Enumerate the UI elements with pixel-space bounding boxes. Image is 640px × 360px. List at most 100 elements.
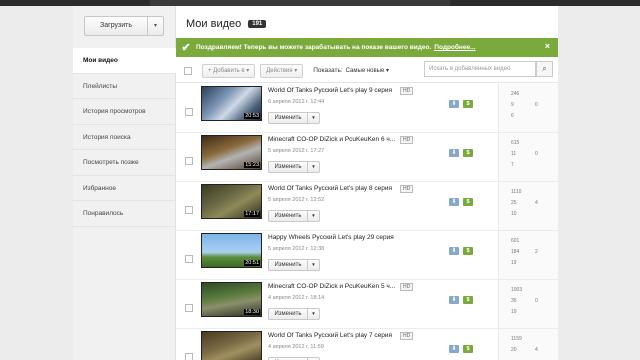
search-icon[interactable]: ⌕ xyxy=(536,61,553,77)
edit-label[interactable]: Изменить xyxy=(269,309,308,319)
video-date: 4 апреля 2012 г. 11:59 xyxy=(268,344,324,350)
upload-button[interactable]: Загрузить ▾ xyxy=(84,16,164,36)
monetize-icon[interactable]: $ xyxy=(463,345,473,353)
chevron-down-icon[interactable]: ▾ xyxy=(148,17,163,35)
edit-button[interactable]: Изменить▼ xyxy=(268,210,320,222)
video-duration: 17:17 xyxy=(244,211,260,217)
monetize-icon[interactable]: $ xyxy=(463,296,473,304)
video-stats: 1110 25 4 10 xyxy=(498,182,558,230)
video-checkbox[interactable] xyxy=(185,206,193,214)
video-date: 5 апреля 2012 г. 12:52 xyxy=(268,197,325,203)
sidebar-item-watch-later[interactable]: Посмотреть позже xyxy=(73,150,176,176)
sidebar-item-favorites[interactable]: Избранное xyxy=(73,176,176,201)
chevron-down-icon[interactable]: ▼ xyxy=(308,113,319,123)
hd-badge: HD xyxy=(400,283,414,291)
sidebar-item-playlists[interactable]: Плейлисты xyxy=(73,74,176,99)
video-thumbnail[interactable]: 15:23 xyxy=(201,135,262,170)
video-stats: 601 184 2 19 xyxy=(498,231,558,279)
video-toolbar: + Добавить в ▾ Действия ▾ Показать: Самы… xyxy=(176,59,558,83)
chevron-down-icon[interactable]: ▼ xyxy=(308,211,319,221)
edit-label[interactable]: Изменить xyxy=(269,260,308,270)
likes-count: 20 xyxy=(511,347,517,353)
edit-button[interactable]: Изменить▼ xyxy=(268,112,320,124)
edit-button[interactable]: Изменить▼ xyxy=(268,259,320,271)
video-title[interactable]: World Of Tanks Русский Let's play 7 сери… xyxy=(268,332,392,339)
hd-badge: HD xyxy=(400,87,414,95)
dislikes-count: 4 xyxy=(535,200,538,206)
monetize-icon[interactable]: $ xyxy=(463,198,473,206)
download-icon[interactable]: ⬇ xyxy=(449,296,459,304)
sidebar-item-liked[interactable]: Понравилось xyxy=(73,201,176,227)
video-list: 20:53 World Of Tanks Русский Let's play 9… xyxy=(176,84,558,360)
video-row[interactable]: 15:23 Minecraft CO-OP DiZick и PcuKeuKen … xyxy=(176,133,558,182)
show-label: Показать: xyxy=(313,67,343,74)
chevron-down-icon[interactable]: ▼ xyxy=(308,260,319,270)
sidebar-nav: Мои видео Плейлисты История просмотров И… xyxy=(73,48,177,227)
video-row[interactable]: 20:53 World Of Tanks Русский Let's play 9… xyxy=(176,84,558,133)
video-thumbnail[interactable]: 18:30 xyxy=(201,282,262,317)
video-checkbox[interactable] xyxy=(185,353,193,360)
video-thumbnail[interactable]: 20:51 xyxy=(201,233,262,268)
video-title[interactable]: World Of Tanks Русский Let's play 8 сери… xyxy=(268,185,392,192)
likes-count: 35 xyxy=(511,298,517,304)
video-row[interactable]: World Of Tanks Русский Let's play 7 сери… xyxy=(176,329,558,360)
dislikes-count: 0 xyxy=(535,151,538,157)
sort-dropdown[interactable]: Самые новые ▾ xyxy=(346,67,389,74)
monetize-icon[interactable]: $ xyxy=(463,149,473,157)
add-to-button[interactable]: + Добавить в ▾ xyxy=(202,63,256,78)
download-icon[interactable]: ⬇ xyxy=(449,100,459,108)
upload-label[interactable]: Загрузить xyxy=(85,17,148,35)
comments-count: 6 xyxy=(511,113,514,119)
sidebar: Загрузить ▾ Мои видео Плейлисты История … xyxy=(73,6,177,360)
sidebar-item-search-history[interactable]: История поиска xyxy=(73,125,176,150)
video-checkbox[interactable] xyxy=(185,255,193,263)
video-title[interactable]: Minecraft CO-OP DiZick и PcuKeuKen 5 ч..… xyxy=(268,283,395,290)
edit-label[interactable]: Изменить xyxy=(269,162,308,172)
likes-count: 25 xyxy=(511,200,517,206)
edit-label[interactable]: Изменить xyxy=(269,113,308,123)
video-checkbox[interactable] xyxy=(185,108,193,116)
views-count: 615 xyxy=(511,140,520,146)
close-icon[interactable]: × xyxy=(545,41,550,51)
video-thumbnail[interactable]: 20:53 xyxy=(201,86,262,121)
search-input[interactable]: Искать в добавленных видео xyxy=(424,61,536,77)
video-title[interactable]: Happy Wheels Русский Let's play 29 серия xyxy=(268,234,394,241)
video-checkbox[interactable] xyxy=(185,304,193,312)
likes-count: 9 xyxy=(511,102,514,108)
video-title[interactable]: World Of Tanks Русский Let's play 9 сери… xyxy=(268,87,392,94)
download-icon[interactable]: ⬇ xyxy=(449,345,459,353)
dislikes-count: 2 xyxy=(535,249,538,255)
video-stats: 615 11 0 7 xyxy=(498,133,558,181)
sidebar-item-my-videos[interactable]: Мои видео xyxy=(73,48,177,74)
video-row[interactable]: 17:17 World Of Tanks Русский Let's play 8… xyxy=(176,182,558,231)
dislikes-count: 4 xyxy=(535,347,538,353)
video-title[interactable]: Minecraft CO-OP DiZick и PcuKeuKen 6 ч..… xyxy=(268,136,395,143)
sidebar-item-watch-history[interactable]: История просмотров xyxy=(73,99,176,125)
video-thumbnail[interactable] xyxy=(201,331,262,360)
monetization-banner: ✔ Поздравляем! Теперь вы можете зарабаты… xyxy=(176,38,558,57)
video-date: 4 апреля 2012 г. 18:14 xyxy=(268,295,325,301)
edit-button[interactable]: Изменить▼ xyxy=(268,308,320,320)
hd-badge: HD xyxy=(400,136,414,144)
video-count-badge: 191 xyxy=(248,20,267,28)
edit-button[interactable]: Изменить▼ xyxy=(268,161,320,173)
monetize-icon[interactable]: $ xyxy=(463,247,473,255)
video-duration: 18:30 xyxy=(244,309,260,315)
banner-more-link[interactable]: Подробнее... xyxy=(434,44,475,51)
download-icon[interactable]: ⬇ xyxy=(449,149,459,157)
monetize-icon[interactable]: $ xyxy=(463,100,473,108)
hd-badge: HD xyxy=(400,332,414,340)
chevron-down-icon[interactable]: ▼ xyxy=(308,309,319,319)
edit-label[interactable]: Изменить xyxy=(269,211,308,221)
actions-button[interactable]: Действия ▾ xyxy=(260,63,304,78)
views-count: 601 xyxy=(511,238,520,244)
video-stats: 1159 20 4 xyxy=(498,329,558,360)
video-row[interactable]: 20:51 Happy Wheels Русский Let's play 29 … xyxy=(176,231,558,280)
video-thumbnail[interactable]: 17:17 xyxy=(201,184,262,219)
video-checkbox[interactable] xyxy=(185,157,193,165)
download-icon[interactable]: ⬇ xyxy=(449,247,459,255)
select-all-checkbox[interactable] xyxy=(184,66,192,75)
chevron-down-icon[interactable]: ▼ xyxy=(308,162,319,172)
video-row[interactable]: 18:30 Minecraft CO-OP DiZick и PcuKeuKen … xyxy=(176,280,558,329)
download-icon[interactable]: ⬇ xyxy=(449,198,459,206)
